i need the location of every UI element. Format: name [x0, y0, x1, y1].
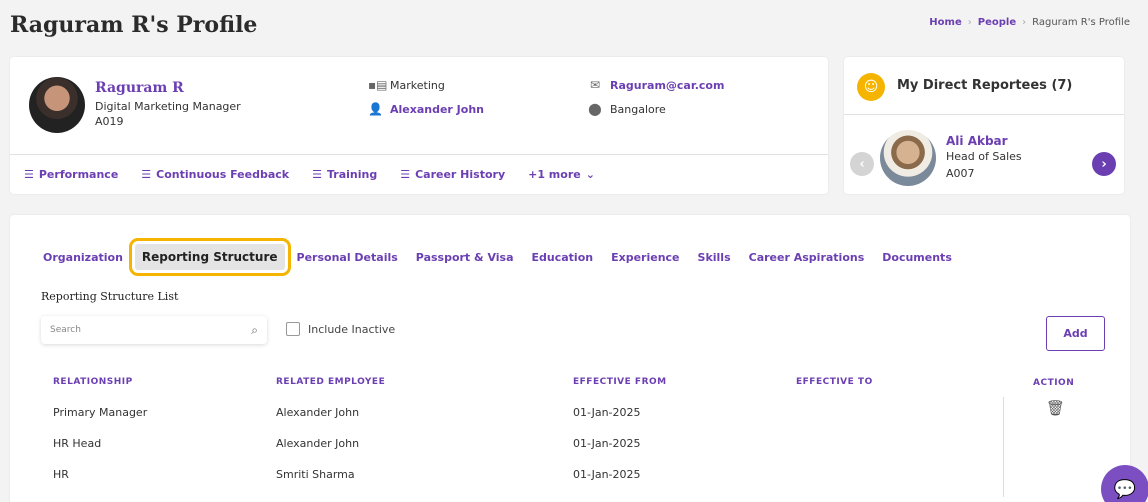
tab-personal-details[interactable]: Personal Details: [297, 249, 398, 266]
profile-department: ▪▤ Marketing: [368, 78, 445, 92]
delete-icon[interactable]: 🗑: [1046, 399, 1065, 417]
tab-reporting-structure[interactable]: Reporting Structure: [128, 238, 291, 276]
list-icon: ☰: [400, 168, 411, 181]
profile-location: ⬤ Bangalore: [588, 102, 666, 116]
next-reportee-button[interactable]: ›: [1092, 152, 1116, 176]
tab-education[interactable]: Education: [532, 249, 594, 266]
add-button[interactable]: Add: [1046, 316, 1105, 351]
reportee-name[interactable]: Ali Akbar: [946, 134, 1008, 148]
breadcrumb-separator: ›: [967, 17, 972, 28]
tab-documents[interactable]: Documents: [882, 249, 952, 266]
tab-bar: Organization Reporting Structure Persona…: [43, 238, 952, 276]
tab-skills[interactable]: Skills: [698, 249, 731, 266]
tab-passport-visa[interactable]: Passport & Visa: [416, 249, 514, 266]
section-title: Reporting Structure List: [41, 290, 179, 303]
reportees-title: My Direct Reportees (7): [897, 78, 1073, 93]
manager-value[interactable]: Alexander John: [390, 103, 484, 116]
column-header-effective-from: EFFECTIVE FROM: [573, 377, 667, 387]
tab-career-aspirations[interactable]: Career Aspirations: [749, 249, 865, 266]
link-career-history[interactable]: ☰ Career History: [400, 168, 505, 181]
link-continuous-feedback[interactable]: ☰ Continuous Feedback: [141, 168, 289, 181]
profile-name[interactable]: Raguram R: [95, 80, 184, 96]
breadcrumb-current: Raguram R's Profile: [1032, 17, 1130, 28]
avatar: [29, 77, 85, 133]
column-divider: [1003, 397, 1004, 497]
direct-reportees-card: ☺ My Direct Reportees (7) ‹ Ali Akbar He…: [844, 57, 1124, 194]
column-header-relationship: RELATIONSHIP: [53, 377, 133, 387]
profile-card: Raguram R Digital Marketing Manager A019…: [10, 57, 828, 194]
breadcrumb: Home › People › Raguram R's Profile: [929, 17, 1130, 28]
page-title: Raguram R's Profile: [10, 12, 258, 38]
mail-icon: ✉: [589, 78, 601, 92]
location-pin-icon: ⬤: [588, 102, 602, 116]
more-links-dropdown[interactable]: +1 more ⌄: [528, 168, 595, 181]
table-cell-employee: Smriti Sharma: [276, 468, 355, 481]
breadcrumb-people[interactable]: People: [978, 17, 1016, 28]
team-icon: ☺: [857, 73, 885, 101]
list-icon: ☰: [312, 168, 322, 181]
person-icon: 👤: [368, 102, 383, 116]
table-cell-relationship: HR: [53, 468, 69, 481]
table-cell-from: 01-Jan-2025: [573, 437, 641, 450]
table-cell-relationship: HR Head: [53, 437, 102, 450]
reportee-avatar: [880, 130, 936, 186]
reportee-role: Head of Sales: [946, 150, 1022, 163]
profile-designation: Digital Marketing Manager: [95, 100, 241, 113]
breadcrumb-separator: ›: [1022, 17, 1027, 28]
list-icon: ☰: [141, 168, 152, 181]
location-value: Bangalore: [610, 102, 666, 116]
profile-manager[interactable]: 👤 Alexander John: [368, 102, 484, 116]
tab-experience[interactable]: Experience: [611, 249, 679, 266]
chat-bot-button[interactable]: 💬: [1101, 465, 1148, 502]
table-cell-from: 01-Jan-2025: [573, 468, 641, 481]
previous-reportee-button[interactable]: ‹: [850, 152, 874, 176]
checkbox[interactable]: [286, 322, 300, 336]
profile-links: ☰ Performance ☰ Continuous Feedback ☰ Train…: [24, 168, 595, 181]
profile-details-panel: Organization Reporting Structure Persona…: [10, 215, 1130, 502]
list-icon: ☰: [24, 168, 34, 181]
email-value[interactable]: Raguram@car.com: [610, 79, 724, 92]
search-placeholder: Search: [50, 325, 81, 335]
tab-organization[interactable]: Organization: [43, 249, 123, 266]
column-header-effective-to: EFFECTIVE TO: [796, 377, 873, 387]
table-cell-from: 01-Jan-2025: [573, 406, 641, 419]
table-cell-relationship: Primary Manager: [53, 406, 148, 419]
search-input[interactable]: Search ⌕: [41, 316, 267, 344]
table-cell-employee: Alexander John: [276, 406, 360, 419]
department-icon: ▪▤: [368, 78, 388, 92]
link-training[interactable]: ☰ Training: [312, 168, 377, 181]
include-inactive-checkbox[interactable]: Include Inactive: [286, 322, 395, 336]
breadcrumb-home[interactable]: Home: [929, 17, 961, 28]
divider: [10, 154, 828, 155]
table-cell-employee: Alexander John: [276, 437, 360, 450]
department-value: Marketing: [390, 78, 445, 92]
divider: [844, 114, 1124, 115]
reportee-id: A007: [946, 167, 975, 180]
chevron-down-icon: ⌄: [585, 168, 595, 181]
include-inactive-label: Include Inactive: [308, 322, 396, 336]
search-icon: ⌕: [251, 322, 258, 337]
column-header-action: ACTION: [1033, 378, 1075, 388]
profile-employee-id: A019: [95, 115, 124, 128]
column-header-related-employee: RELATED EMPLOYEE: [276, 377, 386, 387]
chat-icon: 💬: [1113, 478, 1137, 500]
link-performance[interactable]: ☰ Performance: [24, 168, 118, 181]
profile-email[interactable]: ✉ Raguram@car.com: [588, 78, 724, 92]
